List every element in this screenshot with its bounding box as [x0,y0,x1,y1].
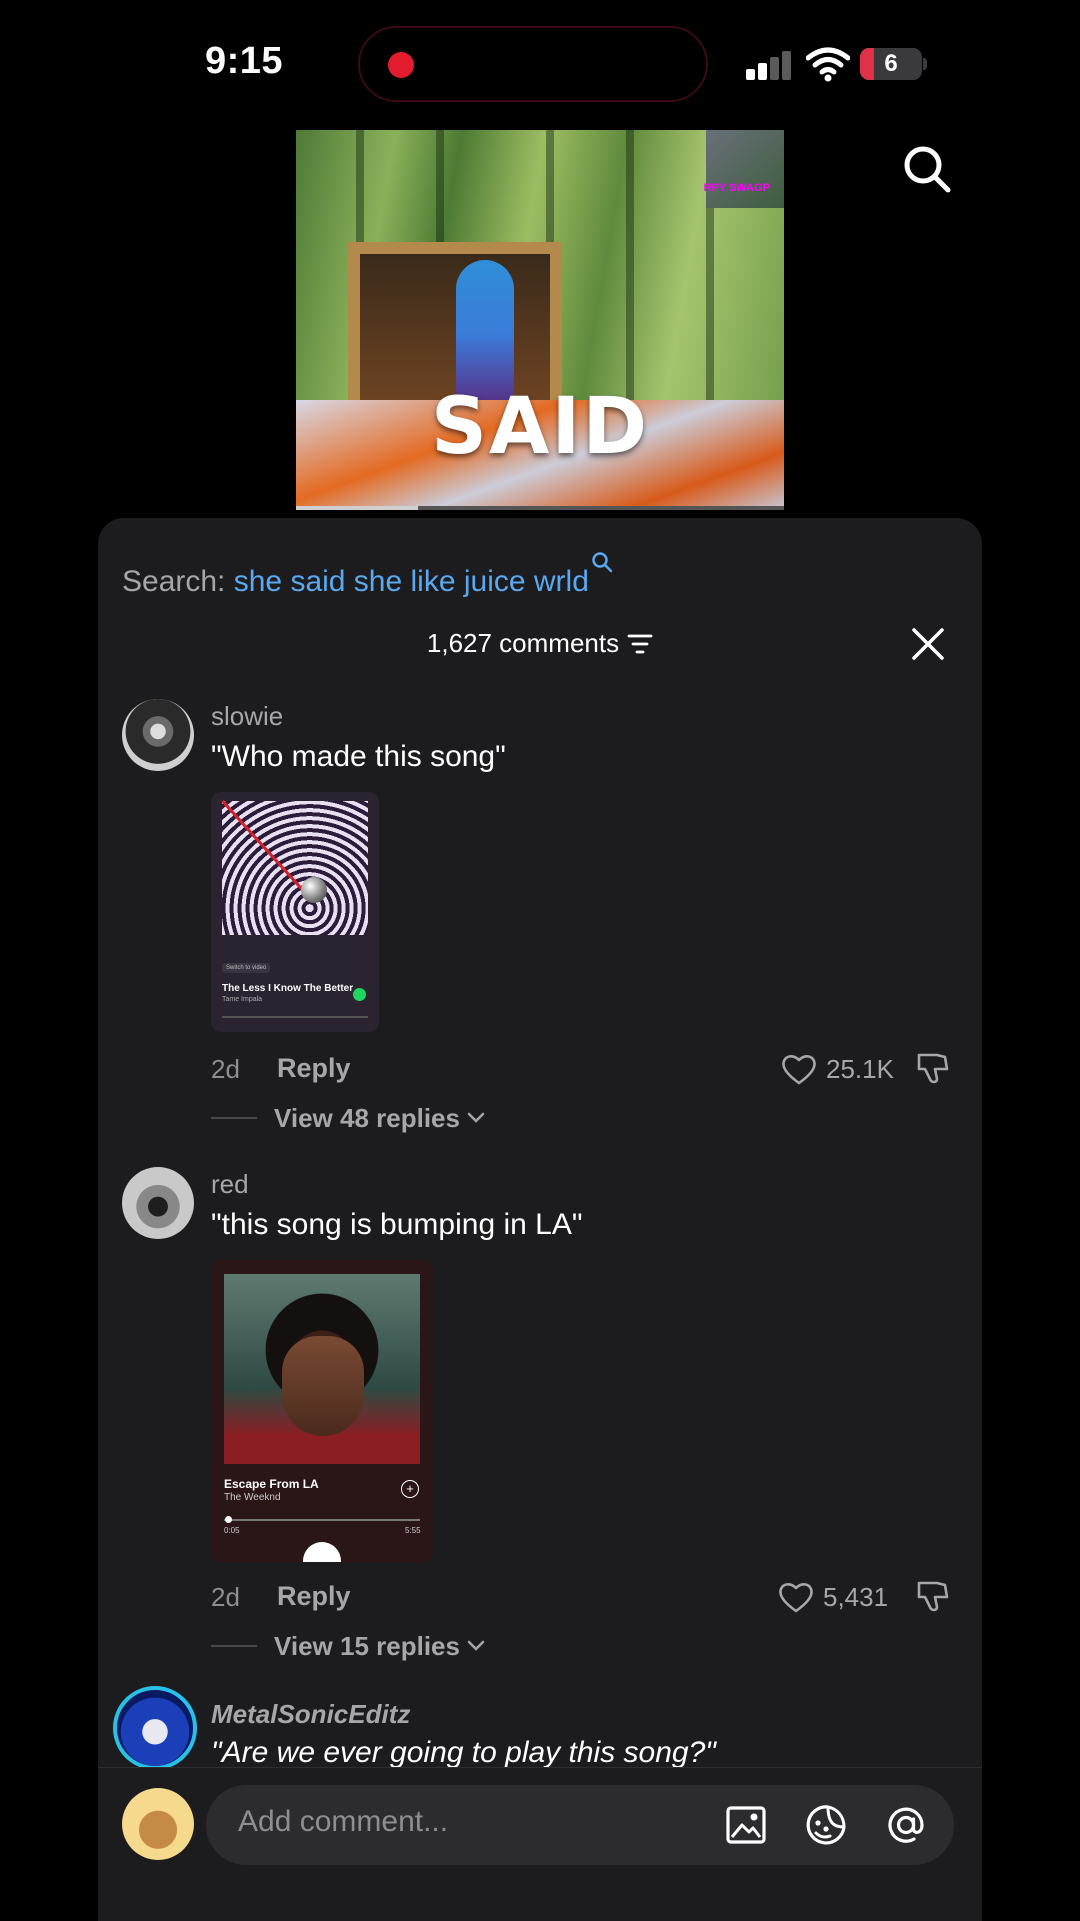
search-term-link[interactable]: she said she like juice wrld [234,565,589,598]
video-progress-bar[interactable] [296,506,784,510]
comments-sheet: Search: she said she like juice wrld 1,6… [98,518,982,1920]
comment-composer: Add comment... [98,1767,982,1921]
comment-age: 2d [211,1582,240,1612]
dislike-icon[interactable] [915,1051,951,1085]
album-art [224,1274,420,1464]
track-title: Escape From LA [224,1477,319,1491]
mention-icon[interactable] [884,1803,928,1847]
minimap [706,130,784,208]
track-time-total: 5:55 [405,1526,421,1535]
avatar[interactable] [122,699,194,771]
reply-button[interactable]: Reply [277,1053,351,1084]
like-count: 5,431 [823,1582,889,1612]
comment-text: "Are we ever going to play this song?" [211,1736,716,1769]
comment-text: "this song is bumping in LA" [211,1208,583,1241]
track-progress [222,1016,368,1018]
heart-icon[interactable] [778,1581,814,1613]
view-replies-button[interactable]: View 15 replies [274,1631,485,1662]
image-icon[interactable] [724,1803,768,1847]
filter-icon[interactable] [627,633,653,655]
comment-age: 2d [211,1054,240,1084]
video-caption: SAID [430,382,650,472]
album-art [222,801,368,935]
add-comment-placeholder: Add comment... [238,1805,449,1838]
switch-to-video-label: Switch to video [222,963,271,973]
my-avatar[interactable] [122,1788,194,1860]
emoji-icon[interactable] [804,1803,848,1847]
track-title: The Less I Know The Better [222,983,354,994]
comment-username[interactable]: red [211,1169,249,1200]
reply-button[interactable]: Reply [277,1581,351,1612]
heart-icon[interactable] [781,1053,817,1085]
track-progress[interactable] [224,1519,420,1521]
track-artist: The Weeknd [224,1492,281,1503]
like-count: 25.1K [826,1054,894,1084]
close-icon[interactable] [910,626,946,662]
track-artist: Tame Impala [222,996,263,1003]
related-search[interactable]: Search: she said she like juice wrld [122,551,613,599]
view-replies-label: View 15 replies [274,1631,460,1661]
comment-text: "Who made this song" [211,740,506,773]
search-icon[interactable] [902,144,952,194]
battery-icon: 6 [860,48,922,80]
music-card[interactable]: Escape From LA The Weeknd + 0:05 5:55 [211,1260,433,1562]
chevron-down-icon [467,1640,485,1651]
liked-check-icon [353,988,366,1001]
search-label: Search: [122,565,226,598]
avatar[interactable] [113,1686,197,1770]
status-time: 9:15 [205,40,284,82]
dislike-icon[interactable] [915,1579,951,1613]
avatar[interactable] [122,1167,194,1239]
add-track-icon[interactable]: + [401,1480,419,1498]
track-time-elapsed: 0:05 [224,1526,240,1535]
comments-count[interactable]: 1,627 comments [98,628,982,659]
music-card[interactable]: Switch to video The Less I Know The Bett… [211,792,379,1032]
comments-count-label: 1,627 comments [426,628,620,658]
signal-strength-icon [746,50,792,80]
comment-username[interactable]: MetalSonicEditz [211,1699,410,1730]
view-replies-button[interactable]: View 48 replies [274,1103,485,1134]
battery-level: 6 [884,50,898,77]
add-comment-input[interactable]: Add comment... [206,1785,954,1865]
dynamic-island [358,26,708,102]
chevron-down-icon [467,1112,485,1123]
recording-indicator-icon [388,52,414,78]
comment-username[interactable]: slowie [211,701,283,732]
view-replies-label: View 48 replies [274,1103,460,1133]
minimap-label: RPY SWAGP [703,182,770,194]
wifi-icon [806,47,850,82]
search-icon [592,552,613,573]
pause-icon[interactable] [303,1542,341,1562]
video-preview[interactable]: RPY SWAGP SAID [296,130,784,510]
